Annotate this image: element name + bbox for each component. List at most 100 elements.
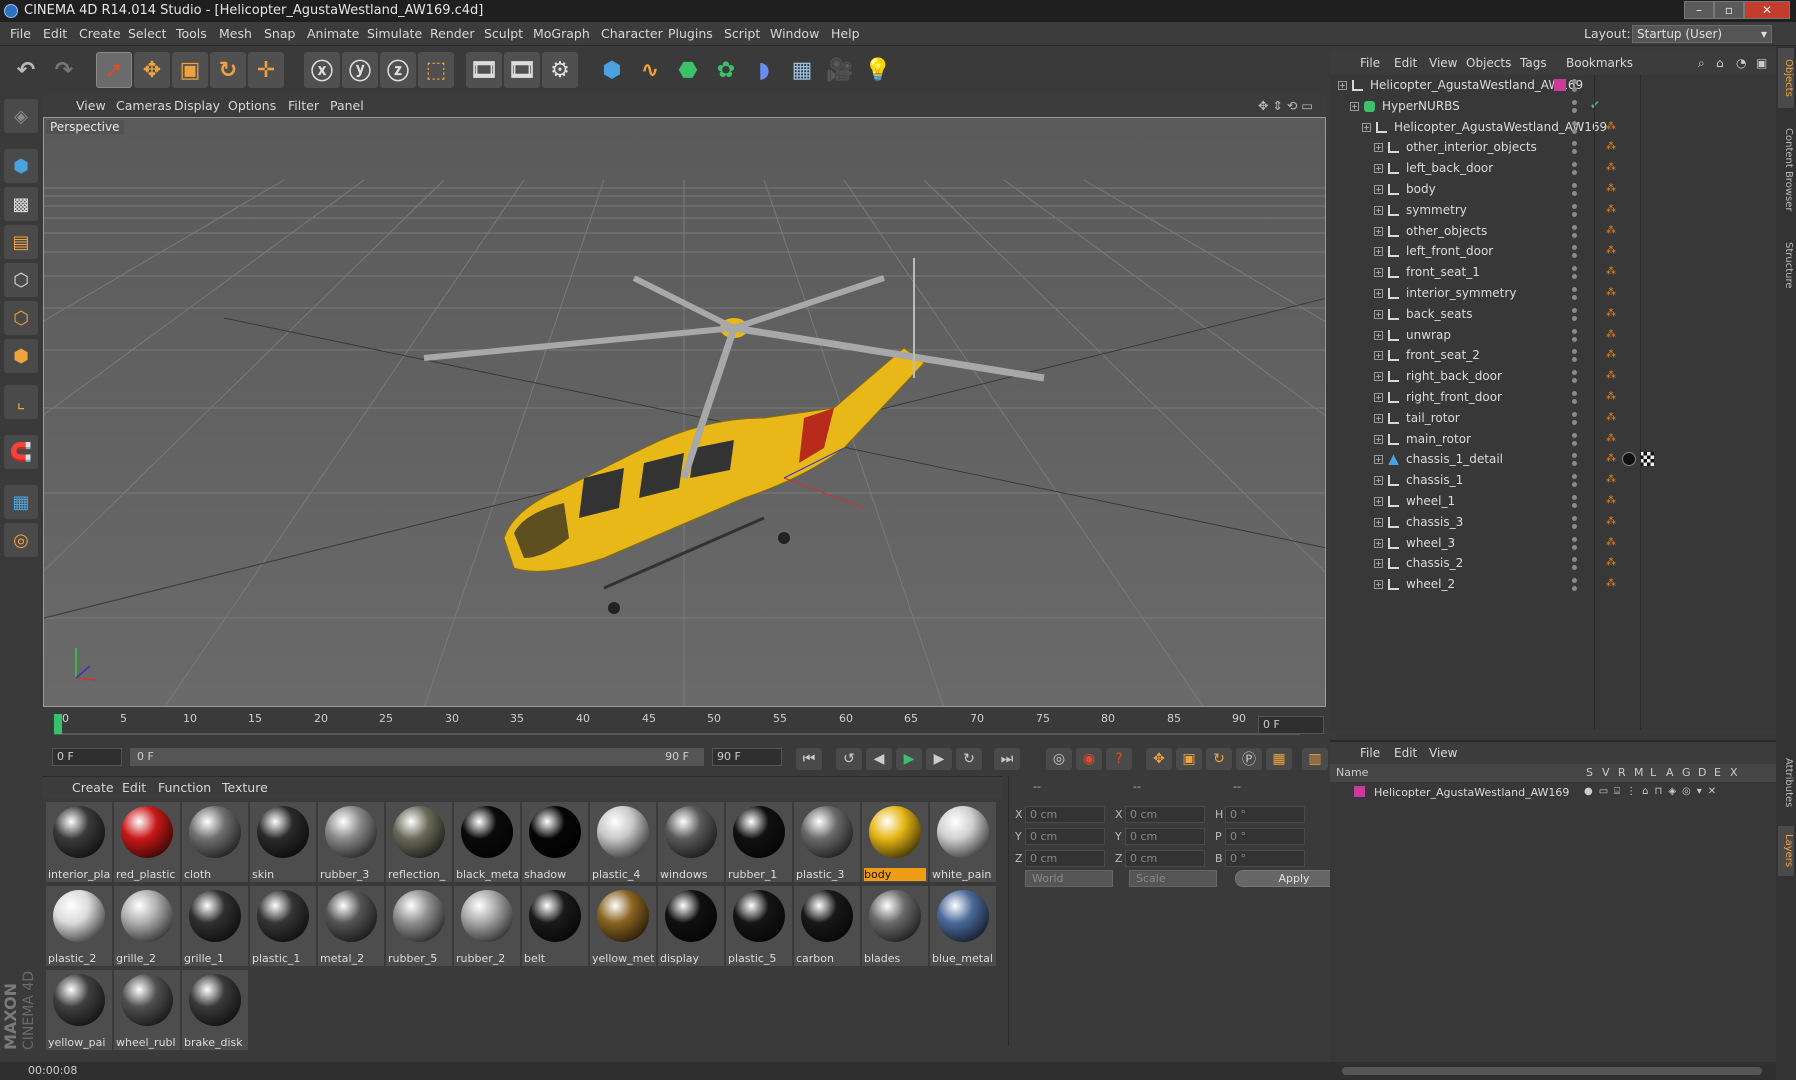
viewport-nav-icon[interactable]: ✥ ⇕ ⟲ ▭: [1258, 95, 1313, 117]
object-row[interactable]: + chassis_1 ⁂: [1330, 470, 1776, 491]
object-row[interactable]: + back_seats ⁂: [1330, 304, 1776, 325]
object-row[interactable]: + front_seat_2 ⁂: [1330, 345, 1776, 366]
editor-visibility-dot[interactable]: [1572, 162, 1577, 168]
editor-visibility-dot[interactable]: [1572, 411, 1577, 417]
layers-menu-file[interactable]: File: [1360, 742, 1380, 764]
phong-tag-icon[interactable]: ⁂: [1606, 204, 1618, 217]
spline-icon[interactable]: ∿: [632, 52, 668, 88]
objects-menu-edit[interactable]: Edit: [1394, 51, 1417, 75]
editor-visibility-dot[interactable]: [1572, 474, 1577, 480]
render-visibility-dot[interactable]: [1572, 336, 1577, 342]
object-row[interactable]: + wheel_1 ⁂: [1330, 491, 1776, 512]
object-row[interactable]: + right_back_door ⁂: [1330, 366, 1776, 387]
material-menu-edit[interactable]: Edit: [122, 777, 146, 799]
render-visibility-dot[interactable]: [1572, 440, 1577, 446]
menu-create[interactable]: Create: [79, 22, 121, 46]
rotate-icon[interactable]: ↻: [210, 52, 246, 88]
locked-workplane-icon[interactable]: ▦: [4, 485, 38, 519]
render-visibility-dot[interactable]: [1572, 544, 1577, 550]
objects-menu-view[interactable]: View: [1429, 51, 1457, 75]
material-swatch[interactable]: rubber_1: [726, 802, 792, 882]
autokey-icon[interactable]: ◉: [1076, 748, 1102, 770]
objects-menu-bookmarks[interactable]: Bookmarks: [1566, 51, 1633, 75]
layer-column-l[interactable]: L: [1650, 764, 1656, 782]
objects-menu-tags[interactable]: Tags: [1520, 51, 1547, 75]
coord-value-field[interactable]: 0 cm: [1025, 850, 1105, 867]
render-visibility-dot[interactable]: [1572, 315, 1577, 321]
menu-character[interactable]: Character: [601, 22, 663, 46]
scroll-thumb[interactable]: [1342, 1067, 1762, 1075]
layer-color-swatch[interactable]: [1554, 79, 1566, 91]
material-swatch[interactable]: yellow_met: [590, 886, 656, 966]
material-swatch[interactable]: shadow: [522, 802, 588, 882]
object-row[interactable]: + left_front_door ⁂: [1330, 241, 1776, 262]
material-swatch[interactable]: plastic_4: [590, 802, 656, 882]
expand-toggle-icon[interactable]: +: [1374, 372, 1383, 382]
render-visibility-dot[interactable]: [1572, 482, 1577, 488]
editor-visibility-dot[interactable]: [1572, 453, 1577, 459]
object-row[interactable]: + chassis_1_detail ⁂: [1330, 449, 1776, 470]
timeline-window-icon[interactable]: ▥: [1302, 748, 1328, 770]
object-row[interactable]: + right_front_door ⁂: [1330, 387, 1776, 408]
viewport-menu-options[interactable]: Options: [228, 95, 276, 117]
timeline-ruler[interactable]: 0 5 10 15 20 25 30 35 40 45 50 55 60 65 …: [42, 710, 1327, 740]
render-visibility-dot[interactable]: [1572, 357, 1577, 363]
layer-column-s[interactable]: S: [1586, 764, 1593, 782]
editor-visibility-dot[interactable]: [1572, 120, 1577, 126]
current-frame-field[interactable]: 0 F: [1258, 716, 1324, 734]
phong-tag-icon[interactable]: ⁂: [1606, 349, 1618, 362]
tab-objects[interactable]: Objects: [1778, 48, 1794, 108]
expand-toggle-icon[interactable]: +: [1374, 497, 1383, 506]
render-visibility-dot[interactable]: [1572, 295, 1577, 300]
polygons-mode-icon[interactable]: ⬢: [4, 339, 38, 373]
phong-tag-icon[interactable]: ⁂: [1606, 412, 1618, 425]
material-swatch[interactable]: plastic_1: [250, 886, 316, 966]
end-frame-field[interactable]: 90 F: [712, 748, 782, 766]
viewport-menu-display[interactable]: Display: [174, 95, 220, 117]
object-row[interactable]: + front_seat_1 ⁂: [1330, 262, 1776, 283]
tab-layers[interactable]: Layers: [1778, 826, 1794, 876]
object-row[interactable]: + wheel_3 ⁂: [1330, 533, 1776, 554]
loop-forward-icon[interactable]: ↻: [956, 748, 982, 770]
menu-script[interactable]: Script: [724, 22, 760, 46]
expand-toggle-icon[interactable]: +: [1374, 434, 1383, 444]
deformer-icon[interactable]: ◗: [746, 52, 782, 88]
planar-workplane-icon[interactable]: ◎: [4, 523, 38, 557]
editor-visibility-dot[interactable]: [1572, 495, 1577, 500]
object-row[interactable]: + symmetry ⁂: [1330, 200, 1776, 221]
key-rotation-icon[interactable]: ↻: [1206, 748, 1232, 770]
enabled-check-icon[interactable]: ✔: [1590, 98, 1600, 112]
editor-visibility-dot[interactable]: [1572, 287, 1577, 292]
material-swatch[interactable]: carbon: [794, 886, 860, 966]
editor-visibility-dot[interactable]: [1572, 391, 1577, 396]
render-visibility-dot[interactable]: [1572, 378, 1577, 384]
layer-column-d[interactable]: D: [1698, 764, 1706, 782]
object-row[interactable]: + chassis_2 ⁂: [1330, 553, 1776, 574]
material-swatch[interactable]: black_meta: [454, 802, 520, 882]
material-swatch[interactable]: grille_1: [182, 886, 248, 966]
material-menu-texture[interactable]: Texture: [222, 777, 268, 799]
render-settings-icon[interactable]: ⚙: [542, 52, 578, 88]
menu-mograph[interactable]: MoGraph: [533, 22, 590, 46]
render-visibility-dot[interactable]: [1572, 586, 1577, 592]
render-visibility-dot[interactable]: [1572, 191, 1577, 196]
render-visibility-dot[interactable]: [1572, 399, 1577, 404]
expand-toggle-icon[interactable]: +: [1374, 247, 1383, 257]
material-swatch[interactable]: yellow_pai: [46, 970, 112, 1050]
snap-icon[interactable]: 🧲: [4, 435, 38, 469]
material-swatch[interactable]: cloth: [182, 802, 248, 882]
expand-toggle-icon[interactable]: +: [1374, 330, 1383, 340]
coord-value-field[interactable]: 0 cm: [1025, 828, 1105, 845]
layers-menu-view[interactable]: View: [1429, 742, 1457, 764]
model-mode-icon[interactable]: ⬢: [4, 149, 38, 183]
key-scale-icon[interactable]: ▣: [1176, 748, 1202, 770]
tab-structure[interactable]: Structure: [1778, 232, 1794, 298]
editor-visibility-dot[interactable]: [1572, 99, 1577, 105]
expand-toggle-icon[interactable]: +: [1374, 205, 1383, 215]
expand-toggle-icon[interactable]: +: [1374, 164, 1383, 174]
menu-animate[interactable]: Animate: [307, 22, 359, 46]
menu-render[interactable]: Render: [430, 22, 475, 46]
material-swatch[interactable]: blades: [862, 886, 928, 966]
object-row[interactable]: + other_objects ⁂: [1330, 221, 1776, 242]
viewport-menu-panel[interactable]: Panel: [330, 95, 364, 117]
